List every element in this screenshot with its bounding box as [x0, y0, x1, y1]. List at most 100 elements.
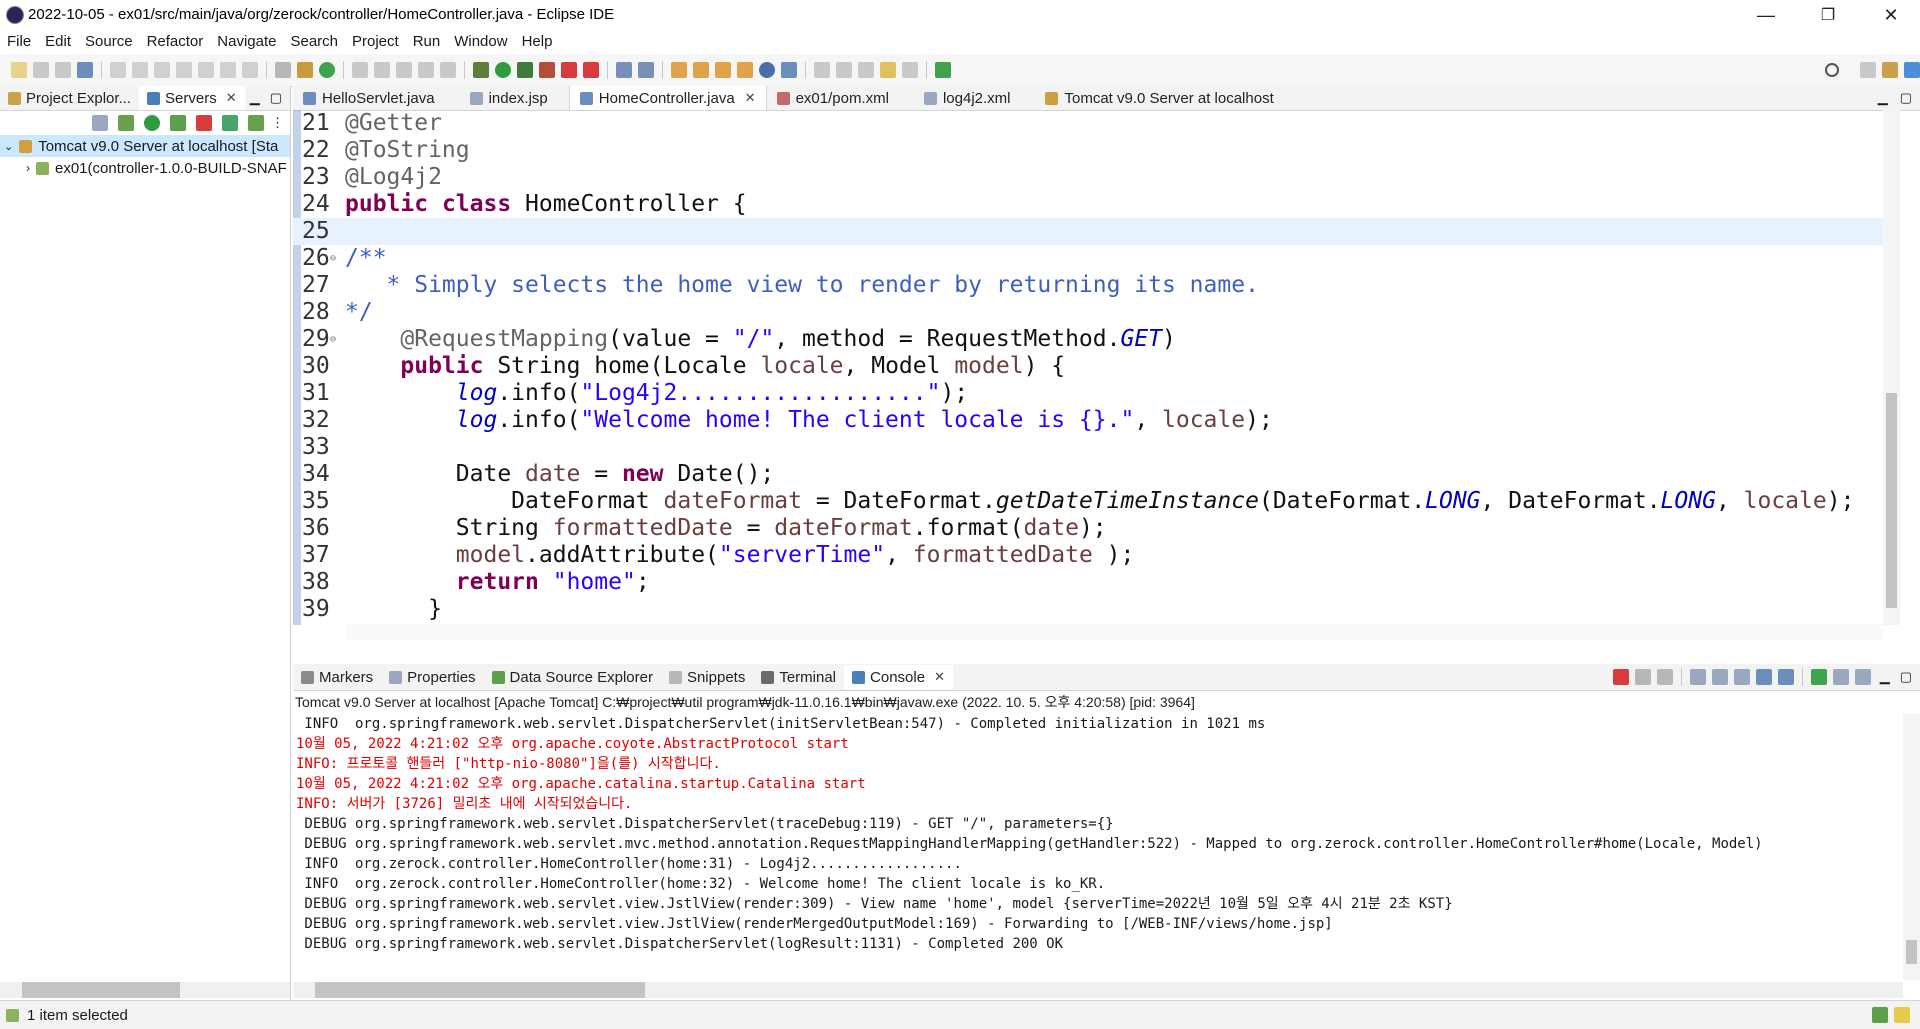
- save-all-icon[interactable]: [55, 62, 71, 78]
- fold-icon[interactable]: ⊖: [330, 326, 336, 353]
- scrollbar-thumb[interactable]: [1886, 393, 1897, 608]
- progress-icon[interactable]: [1872, 1007, 1888, 1023]
- resume-icon[interactable]: [110, 62, 126, 78]
- step-into-icon[interactable]: [198, 62, 214, 78]
- display-console-icon[interactable]: [1832, 669, 1849, 685]
- code-line[interactable]: 35 DateFormat dateFormat = DateFormat.ge…: [293, 488, 1883, 515]
- tab-console[interactable]: Console ✕: [844, 665, 953, 689]
- menu-window[interactable]: Window: [447, 30, 514, 54]
- search-icon[interactable]: [715, 62, 731, 78]
- maximize-view-icon[interactable]: ▢: [270, 90, 282, 106]
- show-on-stderr-icon[interactable]: [1777, 669, 1794, 685]
- tab-pom-xml[interactable]: ex01/pom.xml: [767, 86, 900, 110]
- editor-horizontal-scrollbar[interactable]: [345, 624, 1883, 640]
- code-line[interactable]: 24 public class HomeController {: [293, 191, 1883, 218]
- globe-icon[interactable]: [759, 62, 775, 78]
- code-line[interactable]: 38 return "home";: [293, 569, 1883, 596]
- open-perspective-icon[interactable]: [1860, 62, 1876, 78]
- code-line[interactable]: 26 ⊖/**: [293, 245, 1883, 272]
- clear-console-icon[interactable]: [1689, 669, 1706, 685]
- console-horizontal-scrollbar[interactable]: [293, 982, 1903, 998]
- code-line[interactable]: 27 * Simply selects the home view to ren…: [293, 272, 1883, 299]
- pin-editor-icon[interactable]: [935, 62, 951, 78]
- open-type-icon[interactable]: [671, 62, 687, 78]
- code-line[interactable]: 33: [293, 434, 1883, 461]
- minimize-view-icon[interactable]: ▁: [250, 90, 260, 106]
- start-server-icon[interactable]: [144, 115, 160, 131]
- suspend-icon[interactable]: [132, 62, 148, 78]
- menu-source[interactable]: Source: [78, 30, 140, 54]
- editor-vertical-scrollbar[interactable]: [1883, 110, 1900, 625]
- word-wrap-icon[interactable]: [1733, 669, 1750, 685]
- code-line[interactable]: 39 }: [293, 596, 1883, 623]
- publish-server-icon[interactable]: [222, 115, 238, 131]
- tab-markers[interactable]: Markers: [293, 665, 381, 689]
- step-over-icon[interactable]: [220, 62, 236, 78]
- remove-launch-icon[interactable]: [1634, 669, 1651, 685]
- new-icon[interactable]: [11, 62, 27, 78]
- menu-search[interactable]: Search: [283, 30, 345, 54]
- code-line[interactable]: 31 log.info("Log4j2..................");: [293, 380, 1883, 407]
- console-vertical-scrollbar[interactable]: [1903, 714, 1920, 980]
- step-return-icon[interactable]: [242, 62, 258, 78]
- close-button[interactable]: ✕: [1868, 0, 1914, 30]
- chevron-right-icon[interactable]: ›: [26, 161, 30, 175]
- debug-icon[interactable]: [473, 62, 489, 78]
- code-line[interactable]: 36 String formattedDate = dateFormat.for…: [293, 515, 1883, 542]
- maximize-editor-icon[interactable]: ▢: [1900, 90, 1912, 106]
- tab-terminal[interactable]: Terminal: [753, 665, 844, 689]
- scrollbar-thumb[interactable]: [1906, 940, 1917, 964]
- external-tools-icon[interactable]: [539, 62, 555, 78]
- minimize-button[interactable]: —: [1743, 0, 1789, 30]
- console-icon[interactable]: [77, 62, 93, 78]
- refresh-icon[interactable]: [319, 62, 335, 78]
- maximize-view-icon[interactable]: ▢: [1900, 669, 1912, 685]
- disconnect-server-icon[interactable]: [248, 115, 264, 131]
- restore-button[interactable]: ❐: [1805, 0, 1851, 30]
- code-line[interactable]: 22 @ToString: [293, 137, 1883, 164]
- toggle-mark-icon[interactable]: [275, 62, 291, 78]
- collapse-all-icon[interactable]: [92, 115, 108, 131]
- menu-run[interactable]: Run: [406, 30, 448, 54]
- terminate-icon[interactable]: [154, 62, 170, 78]
- open-folder-icon[interactable]: [737, 62, 753, 78]
- publish-icon[interactable]: [583, 62, 599, 78]
- java-perspective-icon[interactable]: [1882, 62, 1898, 78]
- notification-icon[interactable]: [1894, 1007, 1910, 1023]
- block-selection-icon[interactable]: [396, 62, 412, 78]
- horizontal-scrollbar[interactable]: [0, 982, 290, 998]
- tab-log4j2-xml[interactable]: log4j2.xml: [914, 86, 1022, 110]
- tree-item-tomcat[interactable]: ⌄ Tomcat v9.0 Server at localhost [Sta: [0, 135, 290, 157]
- stop-server-icon[interactable]: [561, 62, 577, 78]
- tab-tomcat-server[interactable]: Tomcat v9.0 Server at localhost: [1035, 86, 1284, 110]
- minimize-view-icon[interactable]: ▁: [1880, 669, 1890, 685]
- terminate-icon[interactable]: [1612, 669, 1629, 685]
- code-line[interactable]: 32 log.info("Welcome home! The client lo…: [293, 407, 1883, 434]
- coverage-icon[interactable]: [517, 62, 533, 78]
- tree-item-ex01[interactable]: › ex01(controller-1.0.0-BUILD-SNAF: [0, 157, 290, 179]
- code-line[interactable]: 29 ⊖ @RequestMapping(value = "/", method …: [293, 326, 1883, 353]
- forward-icon[interactable]: [902, 62, 918, 78]
- view-menu-icon[interactable]: ⋮: [271, 115, 284, 131]
- last-edit-icon[interactable]: [858, 62, 874, 78]
- code-line[interactable]: 34 Date date = new Date();: [293, 461, 1883, 488]
- pilcrow-icon[interactable]: [440, 62, 456, 78]
- menu-help[interactable]: Help: [515, 30, 560, 54]
- tab-index-jsp[interactable]: index.jsp: [460, 86, 559, 110]
- menu-refactor[interactable]: Refactor: [140, 30, 211, 54]
- show-whitespace-icon[interactable]: [418, 62, 434, 78]
- scrollbar-thumb[interactable]: [22, 982, 180, 998]
- menu-navigate[interactable]: Navigate: [210, 30, 283, 54]
- close-icon[interactable]: ✕: [226, 90, 237, 106]
- new-java-package-icon[interactable]: [616, 62, 632, 78]
- tab-project-explorer[interactable]: Project Explor...: [0, 86, 139, 110]
- pin-console-icon[interactable]: [1810, 669, 1827, 685]
- code-editor[interactable]: 21 @Getter 22 @ToString 23 @Log4j2 24 public cl…: [293, 110, 1883, 625]
- open-task-icon[interactable]: [693, 62, 709, 78]
- code-line[interactable]: 23 @Log4j2: [293, 164, 1883, 191]
- run-icon[interactable]: [495, 62, 511, 78]
- code-line[interactable]: 21 @Getter: [293, 110, 1883, 137]
- fold-icon[interactable]: ⊖: [330, 245, 336, 272]
- tab-properties[interactable]: Properties: [381, 665, 483, 689]
- close-icon[interactable]: ✕: [745, 90, 756, 106]
